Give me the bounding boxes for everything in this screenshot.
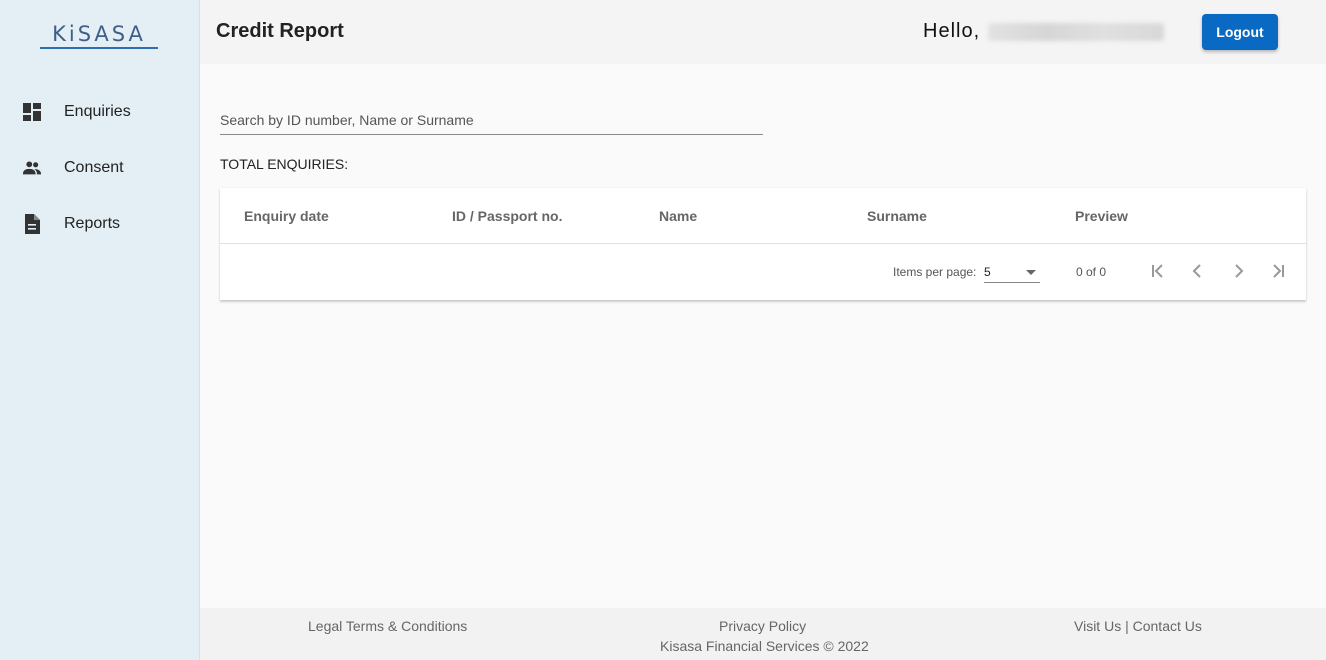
chevron-left-icon (1192, 264, 1201, 278)
previous-page-button[interactable] (1186, 259, 1210, 283)
visit-us-link[interactable]: Visit Us (1074, 618, 1121, 634)
last-page-button[interactable] (1266, 259, 1290, 283)
search-field (220, 104, 763, 135)
sidebar-item-label: Enquiries (64, 103, 131, 120)
footer-contact-links: Visit Us | Contact Us (1074, 618, 1202, 634)
enquiries-table: Enquiry date ID / Passport no. Name Surn… (220, 188, 1306, 300)
search-input[interactable] (220, 104, 763, 134)
sidebar-item-label: Consent (64, 159, 124, 176)
total-enquiries-label: TOTAL ENQUIRIES: (220, 156, 349, 172)
page-range-label: 0 of 0 (1076, 265, 1107, 279)
first-page-button[interactable] (1146, 259, 1170, 283)
sidebar-item-reports[interactable]: Reports (0, 204, 199, 244)
chevron-right-icon (1235, 264, 1244, 278)
items-per-page-label: Items per page: (893, 265, 977, 279)
sidebar-item-label: Reports (64, 215, 121, 232)
privacy-policy-link[interactable]: Privacy Policy (719, 618, 806, 634)
dashboard-icon (22, 102, 42, 122)
last-page-icon (1273, 264, 1284, 278)
contact-us-link[interactable]: Contact Us (1133, 618, 1202, 634)
next-page-button[interactable] (1226, 259, 1250, 283)
first-page-icon (1152, 264, 1163, 278)
column-header-surname[interactable]: Surname (867, 208, 927, 224)
sidebar: KiSASA Enquiries Consent Reports (0, 0, 200, 660)
items-per-page-select[interactable]: 5 (984, 261, 1040, 283)
legal-terms-link[interactable]: Legal Terms & Conditions (308, 618, 467, 634)
page-footer: Legal Terms & Conditions Privacy Policy … (200, 608, 1326, 660)
description-icon (22, 214, 42, 234)
top-header: Credit Report Hello, Logout (200, 0, 1326, 64)
column-header-name[interactable]: Name (659, 208, 697, 224)
column-header-id-passport[interactable]: ID / Passport no. (452, 208, 562, 224)
blurred-user-name (988, 22, 1165, 41)
table-header-row: Enquiry date ID / Passport no. Name Surn… (220, 188, 1306, 244)
footer-separator: | (1125, 618, 1129, 634)
brand-logo[interactable]: KiSASA (40, 22, 158, 49)
logo-underline (40, 47, 158, 49)
sidebar-item-consent[interactable]: Consent (0, 148, 199, 188)
people-icon (22, 158, 42, 178)
copyright-text: Kisasa Financial Services © 2022 (660, 638, 869, 654)
logout-button[interactable]: Logout (1202, 14, 1278, 50)
table-paginator: Items per page: 5 0 of 0 (220, 245, 1306, 300)
sidebar-item-enquiries[interactable]: Enquiries (0, 92, 199, 132)
page-title: Credit Report (216, 20, 344, 42)
column-header-preview[interactable]: Preview (1075, 208, 1128, 224)
dropdown-arrow-icon (1026, 270, 1036, 275)
logo-text: KiSASA (52, 22, 146, 46)
greeting-text: Hello, (923, 20, 981, 42)
items-per-page-value: 5 (984, 265, 991, 279)
user-greeting: Hello, (923, 20, 1165, 43)
column-header-enquiry-date[interactable]: Enquiry date (244, 208, 329, 224)
